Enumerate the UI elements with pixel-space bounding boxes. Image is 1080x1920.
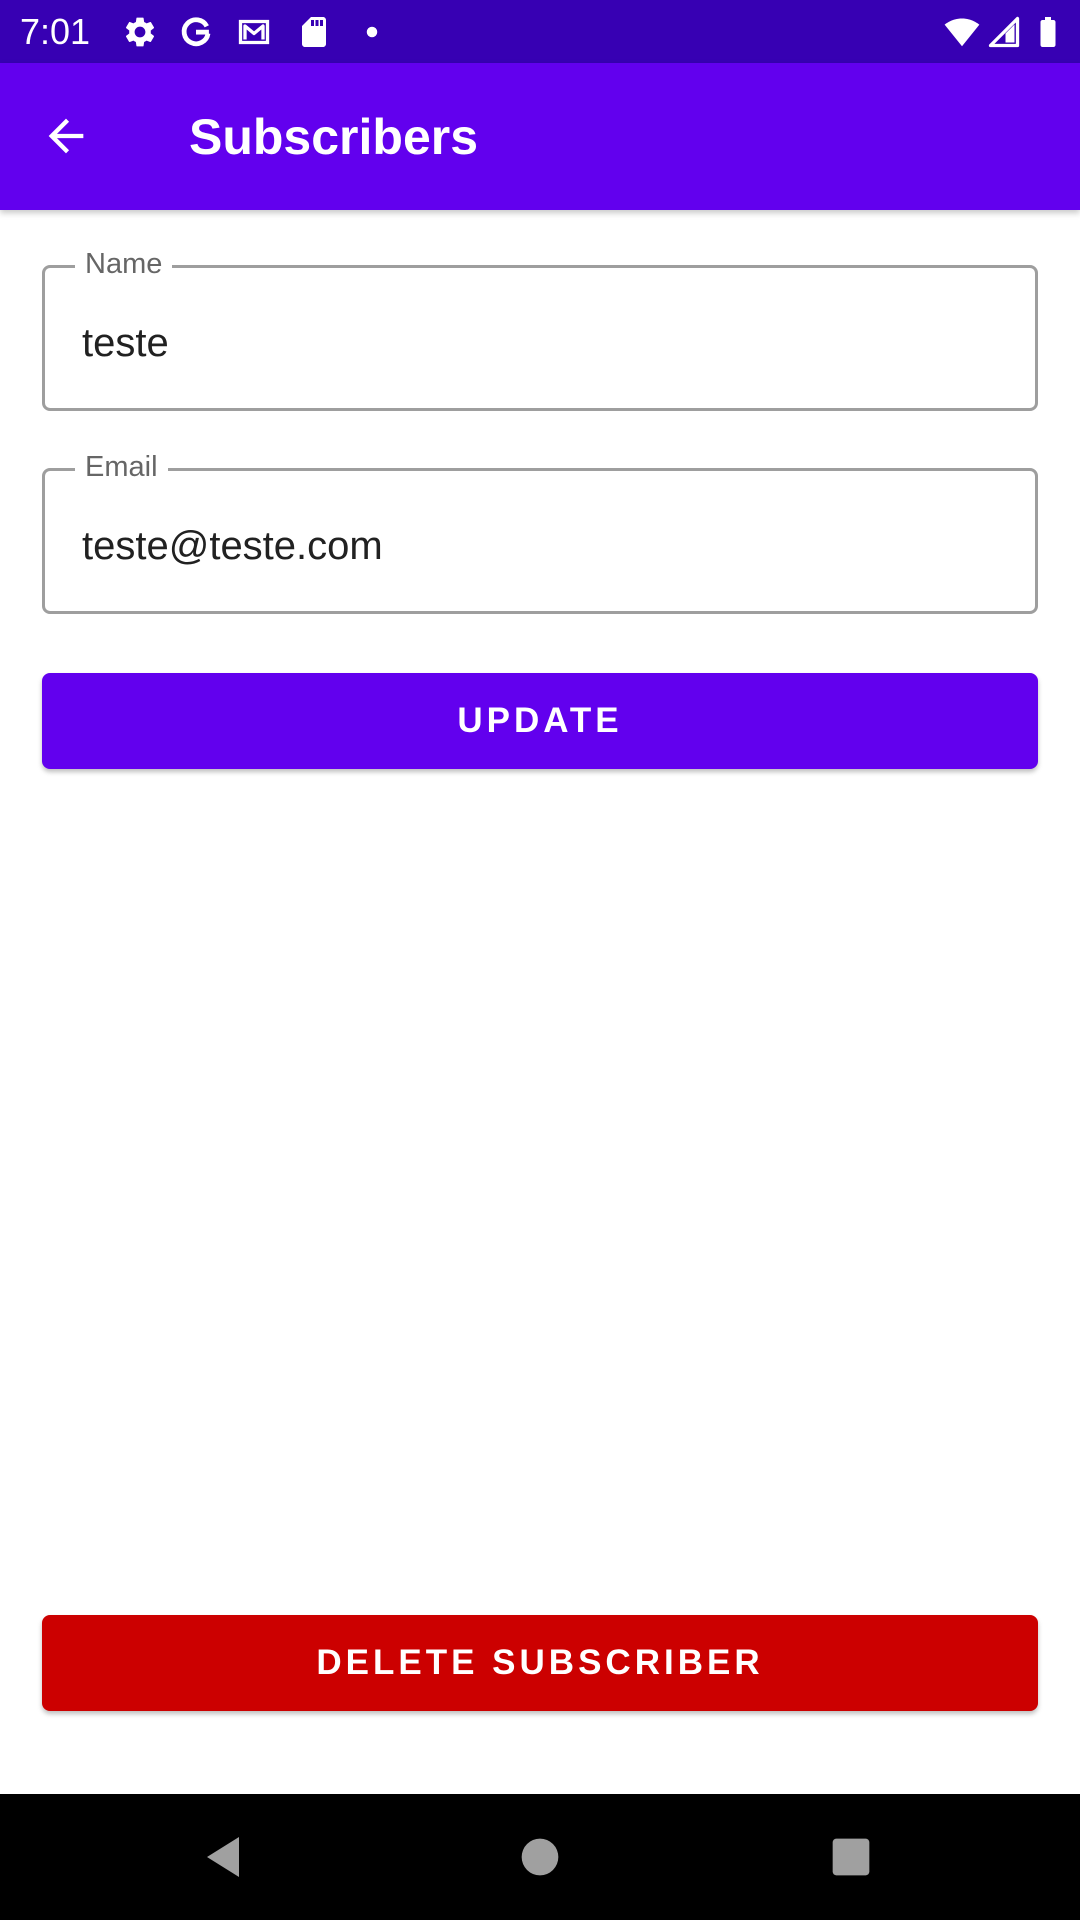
back-button[interactable] — [30, 100, 102, 172]
update-button[interactable]: UPDATE — [42, 673, 1038, 769]
google-icon — [181, 17, 211, 47]
name-field[interactable]: Name — [42, 246, 1038, 411]
status-bar: 7:01 — [0, 0, 1080, 63]
page-title: Subscribers — [189, 109, 479, 165]
email-field-label: Email — [75, 449, 168, 485]
status-time: 7:01 — [20, 11, 91, 52]
delete-subscriber-button[interactable]: DELETE SUBSCRIBER — [42, 1615, 1038, 1711]
nav-home-button[interactable] — [504, 1821, 576, 1893]
email-field[interactable]: Email — [42, 449, 1038, 614]
navigation-bar — [0, 1794, 1080, 1920]
name-field-label: Name — [75, 246, 173, 282]
wifi-icon — [944, 18, 980, 47]
nav-back-button[interactable] — [189, 1821, 261, 1893]
sd-card-icon — [302, 17, 326, 47]
arrow-back-icon — [48, 118, 84, 154]
notification-dot-icon — [366, 26, 378, 38]
recents-square-icon — [832, 1838, 870, 1876]
settings-icon — [125, 17, 155, 47]
cell-signal-icon — [988, 16, 1020, 48]
home-circle-icon — [521, 1838, 559, 1876]
gmail-icon — [238, 19, 270, 45]
back-triangle-icon — [207, 1837, 239, 1877]
name-input[interactable] — [82, 316, 1002, 370]
nav-recents-button[interactable] — [815, 1821, 887, 1893]
app-bar: Subscribers — [0, 63, 1080, 210]
email-input[interactable] — [82, 519, 1002, 573]
battery-icon — [1040, 17, 1056, 47]
screen: 7:01 Subscribers Name teste Email teste@… — [0, 0, 1080, 1920]
